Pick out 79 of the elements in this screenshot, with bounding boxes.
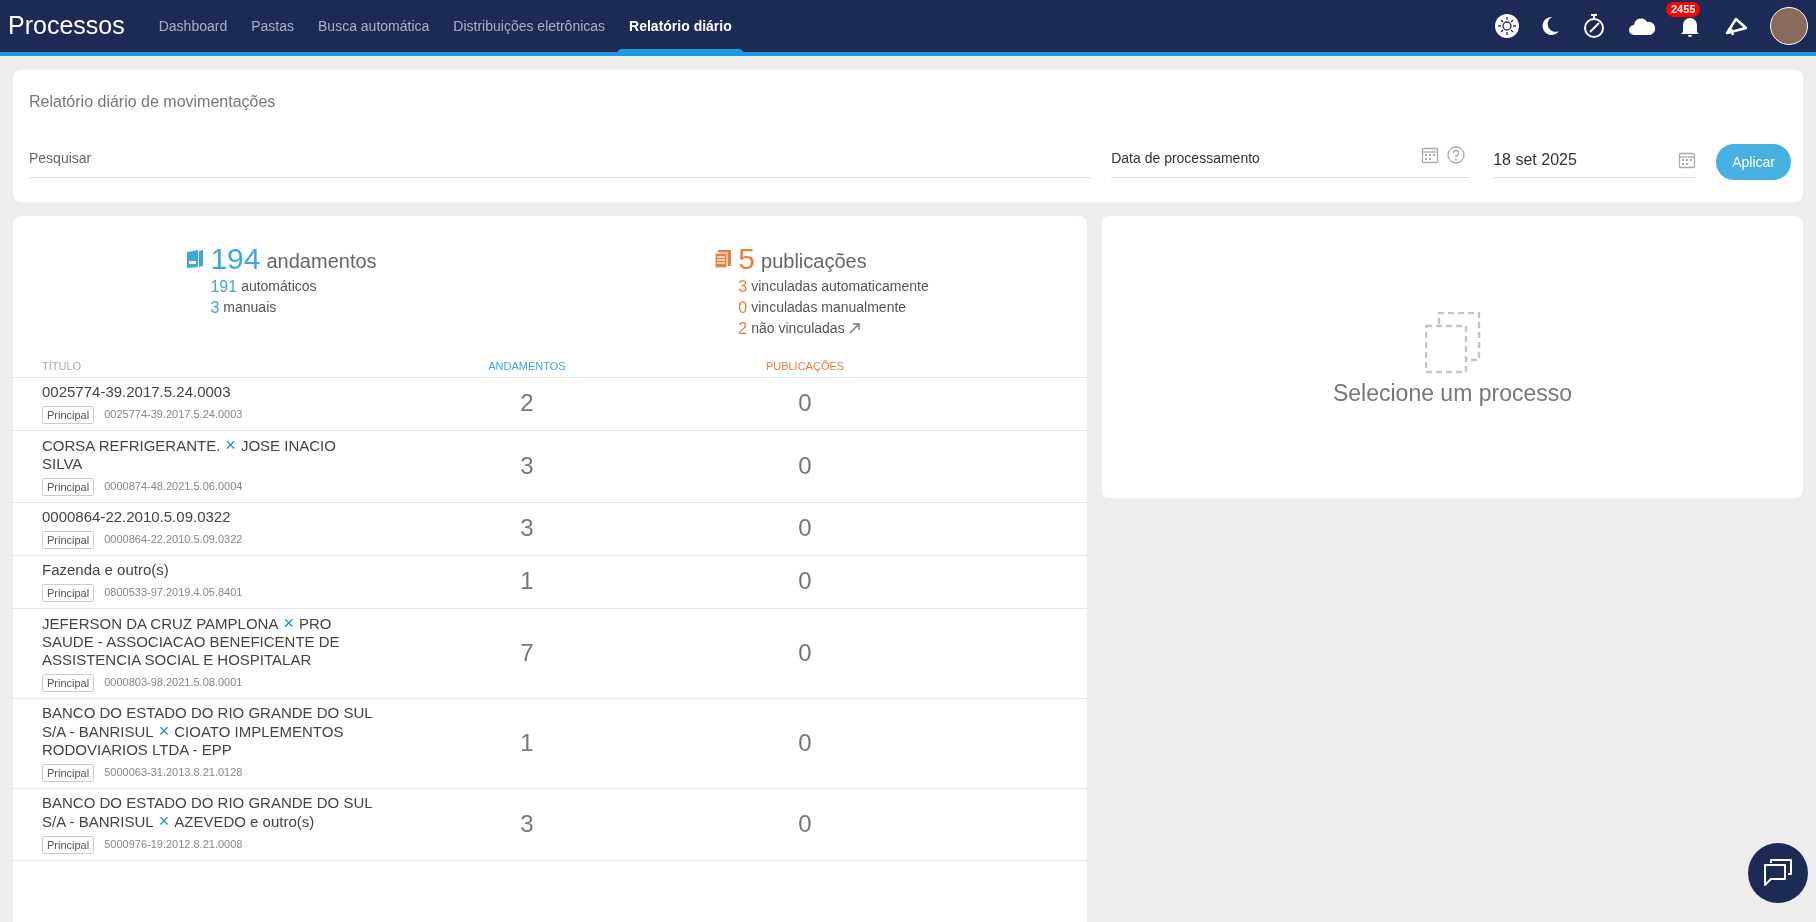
nav-tab[interactable]: Pastas (239, 0, 307, 52)
moon-icon[interactable] (1542, 16, 1560, 36)
calendar-icon (1678, 151, 1697, 169)
process-title[interactable]: CORSA REFRIGERANTE. × JOSE INACIO SILVA (42, 435, 377, 473)
empty-message: Selecione um processo (1332, 378, 1573, 408)
count-cell-text: 0 (798, 513, 812, 543)
documents-icon (1424, 311, 1481, 374)
count-label: vinculadas automaticamente (751, 277, 929, 296)
count-link[interactable]: não vinculadas (751, 318, 845, 339)
tag: Principal (42, 673, 95, 692)
count: 191 (210, 277, 238, 297)
document-icon (714, 249, 733, 269)
count-cell-text: 0 (798, 450, 812, 481)
process-number: 0025774-39.2017.5.24.0003 (104, 407, 243, 423)
column-header: PUBLICAÇÕES (764, 359, 846, 374)
count-cell-text: 0 (798, 637, 812, 668)
tag: Principal (42, 530, 95, 549)
process-title[interactable]: 0025774-39.2017.5.24.0003 (42, 382, 377, 401)
book-icon (186, 249, 205, 269)
count-cell-text: 2 (520, 388, 534, 418)
count: 3 (210, 298, 220, 318)
process-number: 0800533-97.2019.4.05.8401 (104, 585, 243, 601)
nav-tab[interactable]: Dashboard (146, 0, 240, 52)
cloud-icon[interactable] (1628, 16, 1656, 36)
total-label: publicações (761, 249, 867, 274)
tag: Principal (42, 763, 95, 782)
app-title: Processos (8, 10, 125, 42)
process-title[interactable]: BANCO DO ESTADO DO RIO GRANDE DO SUL S/A - BANRISUL × AZEVEDO e outro(s) (42, 793, 377, 831)
tag: Principal (42, 583, 95, 602)
megaphone-icon[interactable] (1724, 15, 1748, 37)
count-cell-text: 0 (798, 727, 812, 758)
date-value-field[interactable]: 18 set 2025 (1493, 148, 1697, 178)
process-title[interactable]: BANCO DO ESTADO DO RIO GRANDE DO SUL S/A - BANRISUL × CIOATO IMPLEMENTOS RODOVIARIOS LTDA - EPP (42, 703, 377, 759)
tag: Principal (42, 405, 95, 424)
total-label: andamentos (266, 249, 377, 274)
stopwatch-icon[interactable] (1582, 13, 1606, 39)
tag: Principal (42, 835, 95, 854)
total-count: 5 (738, 242, 755, 276)
user-avatar[interactable] (1770, 7, 1808, 45)
process-number: 0000864-22.2010.5.09.0322 (104, 532, 243, 548)
date-field[interactable]: Data de processamento (1111, 148, 1470, 178)
process-title[interactable]: Fazenda e outro(s) (42, 560, 377, 579)
count-cell-text: 1 (520, 566, 534, 596)
count-cell-text: 0 (798, 566, 812, 596)
arrow-icon[interactable] (848, 323, 860, 334)
chat-button[interactable] (1748, 843, 1808, 903)
process-number: 0000874-48.2021.5.06.0004 (104, 479, 243, 495)
sun-icon[interactable] (1494, 13, 1520, 39)
tag: Principal (42, 477, 95, 496)
date-value: 18 set 2025 (1493, 150, 1578, 170)
search-field[interactable]: Pesquisar (29, 148, 1092, 178)
count-cell-text: 3 (520, 808, 534, 839)
process-title[interactable]: JEFERSON DA CRUZ PAMPLONA × PRO SAUDE - ASSOCIACAO BENEFICENTE DE ASSISTENCIA SOCIAL E HOSPITALAR (42, 613, 377, 669)
process-number: 0000803-98.2021.5.08.0001 (104, 675, 243, 691)
report-title: Relatório diário de movimentações (29, 92, 277, 112)
process-number: 5000063-31.2013.8.21.0128 (104, 765, 243, 781)
count-cell-text: 3 (520, 513, 534, 543)
count-cell-text: 3 (520, 450, 534, 481)
count: 2 (738, 319, 748, 339)
nav-tab[interactable]: Relatório diário (617, 0, 744, 52)
calendar-icon (1421, 146, 1440, 164)
nav-tab[interactable]: Busca automática (306, 0, 442, 52)
count-label: automáticos (241, 277, 317, 296)
column-header: ANDAMENTOS (487, 359, 567, 374)
count: 0 (738, 298, 748, 318)
count-cell-text: 0 (798, 808, 812, 839)
count-cell-text: 7 (520, 637, 534, 668)
nav-tab[interactable]: Distribuições eletrônicas (441, 0, 618, 52)
count-label: vinculadas manualmente (751, 298, 907, 317)
process-number: 5000976-19.2012.8.21.0008 (104, 837, 243, 853)
notification-badge: 2455 (1666, 2, 1701, 17)
count-cell-text: 0 (798, 388, 812, 418)
count-label: manuais (223, 298, 277, 317)
total-count: 194 (210, 242, 261, 276)
chat-icon (1763, 859, 1793, 887)
process-title[interactable]: 0000864-22.2010.5.09.0322 (42, 507, 377, 526)
count: 3 (738, 277, 748, 297)
count-cell-text: 1 (520, 727, 534, 758)
column-header: TÍTULO (42, 359, 83, 374)
